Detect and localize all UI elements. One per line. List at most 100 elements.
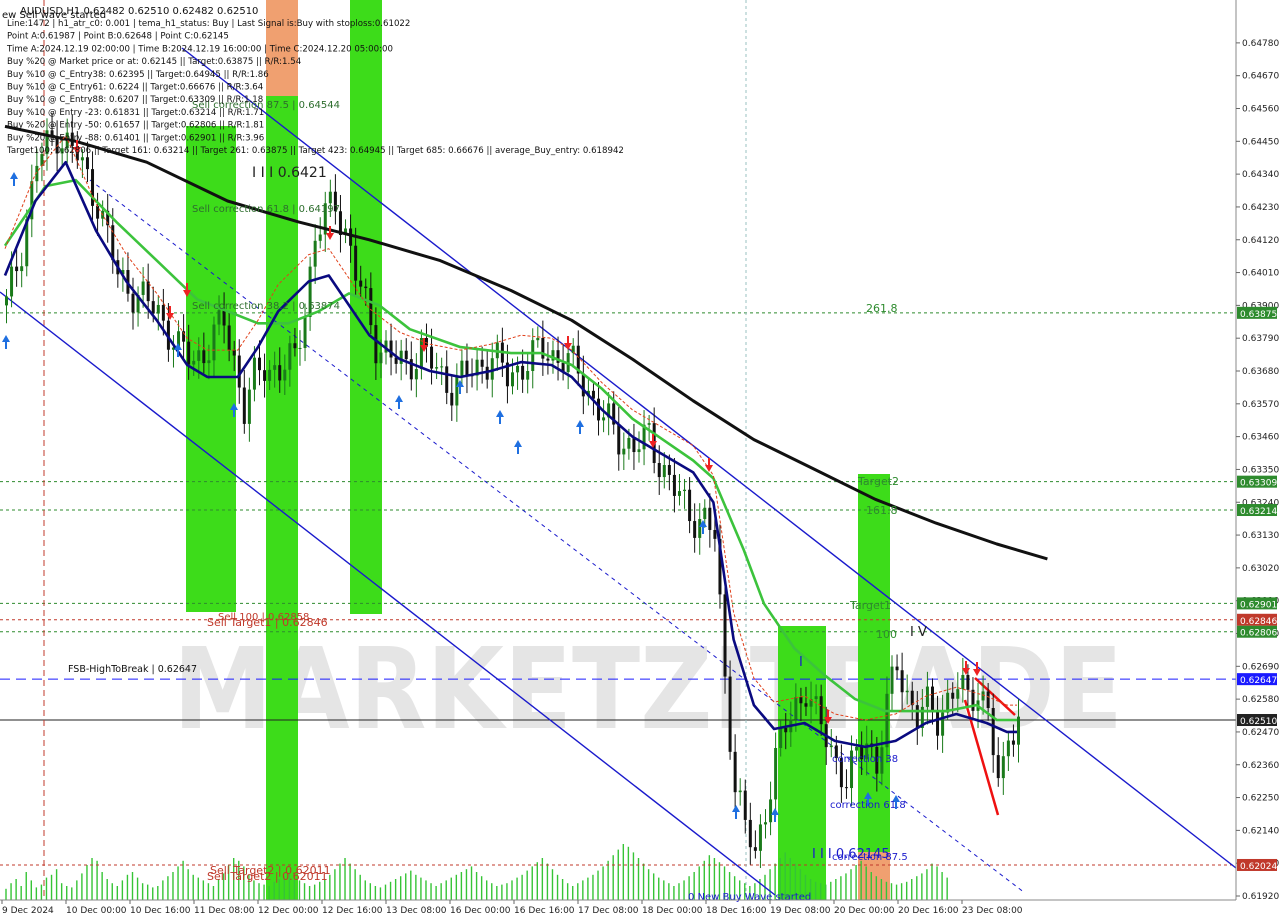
candle-body (349, 228, 353, 246)
x-tick-label: 18 Dec 00:00 (642, 906, 703, 916)
y-tick-label: 0.64230 (1242, 203, 1279, 213)
candle-body (546, 358, 550, 361)
x-tick-label: 9 Dec 2024 (2, 906, 54, 916)
header-info-line: Target100: 0.62806 || Target 161: 0.6321… (6, 146, 624, 156)
y-tick-label: 0.62580 (1242, 695, 1279, 705)
candle-body (723, 594, 727, 677)
chart-window: MARKETZITRADE FSB-HighToBreak | 0.62647 … (0, 0, 1280, 920)
fib-161-label: 161.8 (866, 504, 898, 517)
candle-body (693, 521, 697, 538)
y-tick-label: 0.63570 (1242, 400, 1279, 410)
header-info-line: Time A:2024.12.19 02:00:00 | Time B:2024… (6, 44, 393, 54)
candle-body (1011, 740, 1015, 745)
candle-body (379, 352, 383, 364)
fsb-label: FSB-HighToBreak | 0.62647 (68, 664, 197, 675)
candle-body (511, 372, 514, 387)
candle-body (258, 357, 261, 371)
candle-body (389, 340, 393, 358)
candle-body (328, 191, 332, 204)
correction-38-label: correction 38 (832, 754, 898, 765)
sell-correction-38-label: Sell correction 38.2 | 0.63874 (192, 301, 340, 312)
level-tag: 0.63875 (1237, 306, 1277, 320)
candle-body (662, 465, 666, 478)
candle-body (531, 340, 535, 372)
candle-body (1006, 740, 1010, 757)
wave-top-label: I I I 0.6421 (252, 165, 327, 181)
candle-body (971, 689, 975, 711)
y-tick-label: 0.63130 (1242, 531, 1279, 541)
sell-target1-label: Sell Target1 | 0.62846 (207, 616, 328, 629)
level-tag-text: 0.62510 (1240, 717, 1277, 727)
candle-body (688, 489, 692, 522)
candle-body (738, 790, 742, 793)
candle-body (900, 670, 904, 693)
y-tick-label: 0.62470 (1242, 728, 1279, 738)
x-tick-label: 19 Dec 08:00 (770, 906, 831, 916)
signal-zone-4 (858, 474, 890, 900)
y-tick-label: 0.63790 (1242, 334, 1279, 344)
candle-body (465, 360, 469, 376)
candle-body (677, 491, 681, 496)
candle-body (597, 398, 601, 421)
candle-body (733, 751, 737, 793)
candle-body (895, 666, 899, 671)
candle-body (419, 338, 423, 370)
candle-body (925, 686, 929, 707)
x-tick-label: 17 Dec 08:00 (578, 906, 639, 916)
candle-body (151, 301, 155, 314)
y-tick-label: 0.64450 (1242, 137, 1279, 147)
candle-body (161, 304, 165, 321)
candle-body (941, 712, 945, 736)
candle-body (672, 474, 676, 496)
candle-body (242, 387, 246, 424)
candle-body (217, 310, 221, 325)
x-tick-label: 20 Dec 00:00 (834, 906, 895, 916)
level-tag: 0.62647 (1237, 673, 1277, 686)
candle-body (404, 350, 408, 360)
candle-body (703, 507, 707, 520)
x-tick-label: 11 Dec 08:00 (194, 906, 255, 916)
watermark-layer: MARKETZITRADE (173, 625, 1123, 755)
y-tick-label: 0.63680 (1242, 367, 1279, 377)
x-tick-label: 10 Dec 00:00 (66, 906, 127, 916)
y-tick-label: 0.62690 (1242, 662, 1279, 672)
candle-body (247, 389, 251, 424)
candle-body (541, 337, 545, 359)
candle-body (80, 157, 84, 161)
candle-body (399, 350, 403, 364)
candle-body (212, 324, 216, 361)
candle-body (748, 819, 752, 848)
target2-label: Target2 (857, 475, 899, 488)
candle-body (637, 449, 641, 453)
candle-body (819, 696, 823, 725)
header-info-line: Line:1472 | h1_atr_c0: 0.001 | tema_h1_s… (7, 19, 410, 29)
candle-body (794, 697, 798, 720)
candle-body (799, 697, 803, 704)
candle-body (91, 169, 95, 206)
candle-body (961, 674, 965, 690)
candle-body (602, 417, 606, 421)
candle-body (480, 359, 484, 367)
y-tick-label: 0.64340 (1242, 170, 1279, 180)
correction-87-label: correction 87.5 (832, 852, 908, 863)
candle-body (936, 711, 940, 736)
candle-body (753, 847, 757, 851)
candle-body (915, 705, 919, 728)
candle-body (156, 304, 160, 314)
candle-body (273, 365, 277, 370)
candle-body (779, 728, 783, 749)
level-tag: 0.62806 (1237, 625, 1277, 639)
price-chart[interactable]: MARKETZITRADE FSB-HighToBreak | 0.62647 … (0, 0, 1280, 920)
candle-body (232, 350, 236, 356)
candle-body (15, 266, 19, 272)
correction-61-label: correction 61.8 (830, 800, 906, 811)
sell-target2-label-b: Sell Target2 | 0.62011 (207, 870, 328, 883)
candle-body (844, 787, 848, 789)
candle-body (728, 676, 732, 752)
candle-body (885, 693, 889, 748)
header-info-line: Buy %10 @ C_Entry61: 0.6224 || Target:0.… (7, 83, 263, 93)
level-tag: 0.62901 (1237, 597, 1277, 610)
candle-body (764, 822, 767, 825)
candle-body (667, 465, 671, 475)
candle-body (774, 748, 778, 800)
